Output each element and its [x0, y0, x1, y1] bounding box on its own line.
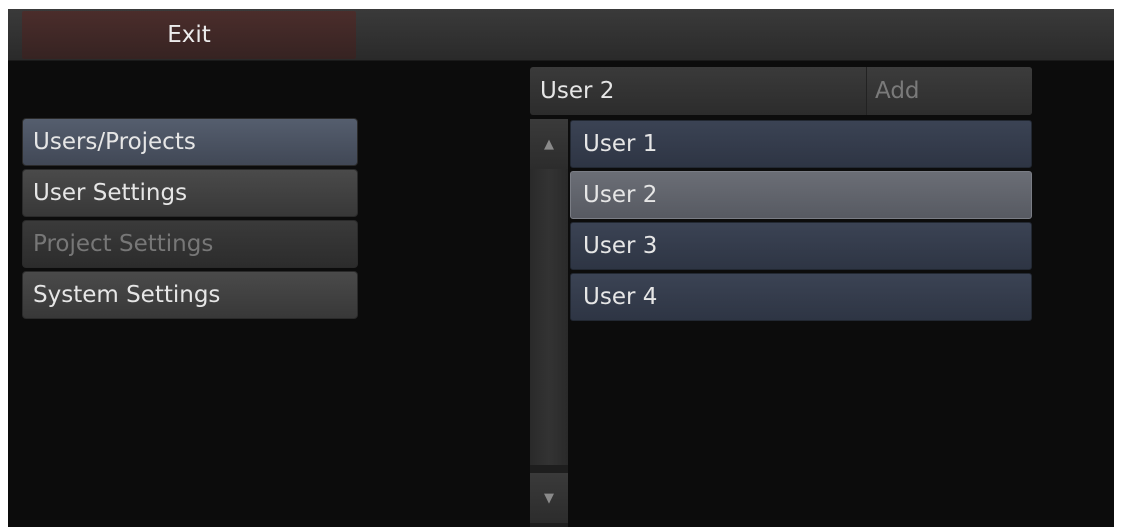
settings-window: Exit Users/Projects User Settings Projec… — [8, 9, 1114, 527]
top-bar: Exit — [8, 9, 1114, 61]
user-list-item[interactable]: User 3 — [570, 222, 1032, 270]
add-button[interactable]: Add — [866, 67, 1032, 115]
user-list-item[interactable]: User 1 — [570, 120, 1032, 168]
exit-button[interactable]: Exit — [22, 11, 356, 59]
user-list-item-selected[interactable]: User 2 — [570, 171, 1032, 219]
user-list-item[interactable]: User 4 — [570, 273, 1032, 321]
menu-item-user-settings[interactable]: User Settings — [22, 169, 358, 217]
scroll-up-icon[interactable]: ▲ — [530, 119, 568, 169]
menu-item-users-projects[interactable]: Users/Projects — [22, 118, 358, 166]
scroll-down-icon[interactable]: ▼ — [530, 473, 568, 523]
scrollbar-thumb[interactable] — [530, 169, 568, 465]
menu-item-system-settings[interactable]: System Settings — [22, 271, 358, 319]
menu-item-project-settings: Project Settings — [22, 220, 358, 268]
